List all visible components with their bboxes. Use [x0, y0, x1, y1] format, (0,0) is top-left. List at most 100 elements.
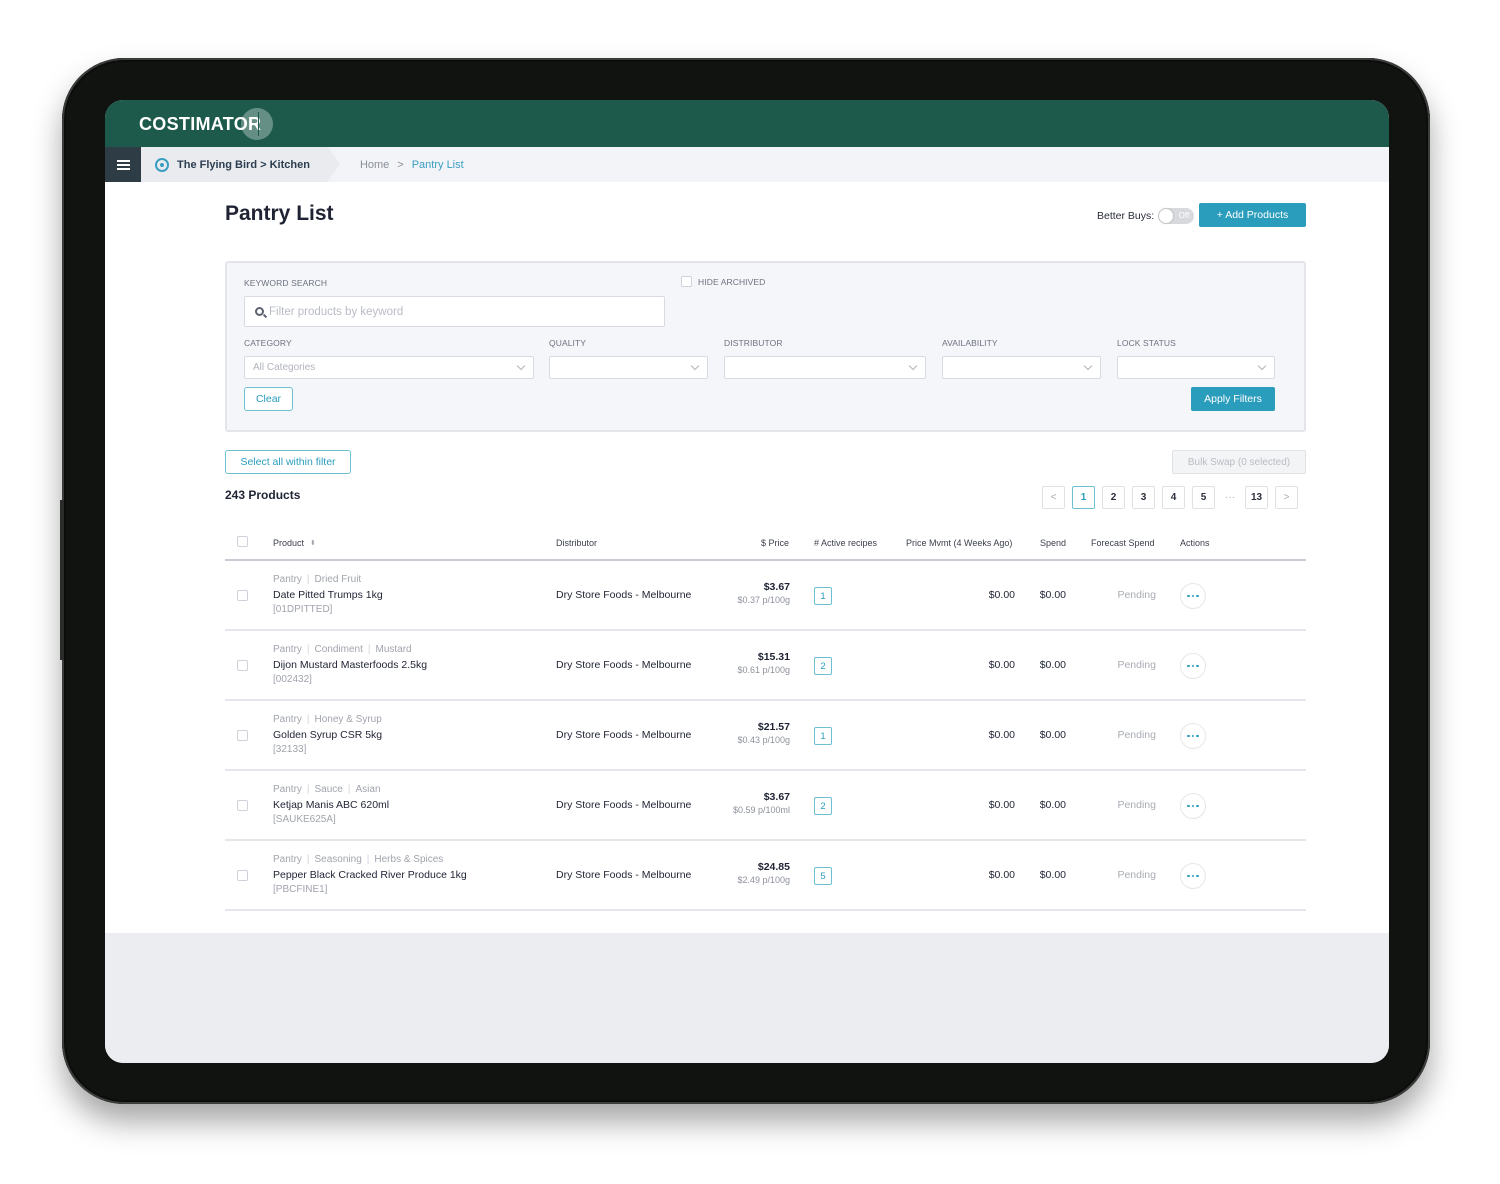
lock-status-select[interactable]	[1117, 356, 1275, 379]
product-name[interactable]: Date Pitted Trumps 1kg	[273, 589, 383, 601]
row-actions-button[interactable]	[1180, 723, 1206, 749]
prev-page-button[interactable]: <	[1042, 486, 1065, 509]
distributor-label: Distributor	[724, 338, 783, 348]
active-recipes-badge[interactable]: 2	[814, 797, 832, 815]
category-tag: Sauce	[314, 784, 343, 795]
category-tag: Dried Fruit	[314, 574, 362, 585]
toggle-state: Off	[1178, 211, 1190, 220]
product-categories: Pantry | Honey & Syrup	[273, 714, 382, 725]
price-cell: $3.67 $0.37 p/100g	[737, 581, 790, 605]
breadcrumb-home[interactable]: Home	[360, 159, 389, 171]
more-horizontal-icon	[1187, 734, 1199, 738]
header-product[interactable]: Product ⬍	[273, 538, 316, 548]
row-actions-button[interactable]	[1180, 863, 1206, 889]
row-checkbox[interactable]	[237, 660, 248, 671]
header-forecast-spend: Forecast Spend	[1091, 538, 1155, 548]
hide-archived-checkbox[interactable]: Hide Archived	[681, 276, 765, 287]
page-title: Pantry List	[225, 202, 334, 225]
category-select[interactable]: All Categories	[244, 356, 534, 379]
category-tag: Asian	[355, 784, 381, 795]
active-recipes-badge[interactable]: 5	[814, 867, 832, 885]
venue-selector[interactable]: The Flying Bird > Kitchen	[141, 147, 340, 182]
category-tag: Seasoning	[314, 854, 362, 865]
page-button[interactable]: 4	[1162, 486, 1185, 509]
product-name[interactable]: Golden Syrup CSR 5kg	[273, 729, 382, 741]
better-buys-toggle[interactable]: Off	[1158, 208, 1195, 224]
active-recipes-badge[interactable]: 2	[814, 657, 832, 675]
unit-price: $0.61 p/100g	[737, 665, 790, 675]
category-separator: |	[306, 644, 310, 655]
product-name[interactable]: Dijon Mustard Masterfoods 2.5kg	[273, 659, 427, 671]
category-tag: Pantry	[273, 854, 302, 865]
row-checkbox[interactable]	[237, 870, 248, 881]
row-checkbox[interactable]	[237, 590, 248, 601]
category-tag: Condiment	[314, 644, 363, 655]
category-separator: |	[306, 714, 310, 725]
better-buys-label: Better Buys:	[1097, 210, 1155, 222]
location-target-icon	[155, 157, 169, 172]
select-all-within-filter-button[interactable]: Select all within filter	[225, 450, 351, 474]
table-row: Pantry | Seasoning | Herbs & Spices Pepper B…	[225, 841, 1306, 911]
page-button-last[interactable]: 13	[1245, 486, 1268, 509]
hamburger-menu-button[interactable]	[105, 147, 141, 182]
category-value: All Categories	[253, 362, 316, 373]
chevron-down-icon	[1257, 361, 1267, 371]
breadcrumb-current[interactable]: Pantry List	[412, 159, 464, 171]
category-tag: Pantry	[273, 574, 302, 585]
product-code: [002432]	[273, 674, 312, 685]
active-recipes-badge[interactable]: 1	[814, 587, 832, 605]
header-actions: Actions	[1180, 538, 1210, 548]
product-categories: Pantry | Condiment | Mustard	[273, 644, 412, 655]
page-button[interactable]: 5	[1192, 486, 1215, 509]
price-value: $21.57	[757, 721, 790, 733]
active-recipes-badge[interactable]: 1	[814, 727, 832, 745]
spend-value: $0.00	[1039, 869, 1066, 881]
category-tag: Mustard	[375, 644, 412, 655]
keyword-search-field[interactable]	[244, 296, 665, 327]
quality-label: Quality	[549, 338, 587, 348]
more-horizontal-icon	[1187, 874, 1199, 878]
product-name[interactable]: Ketjap Manis ABC 620ml	[273, 799, 389, 811]
forecast-spend: Pending	[1117, 659, 1156, 671]
screen-footer-area	[105, 933, 1389, 1063]
row-checkbox[interactable]	[237, 800, 248, 811]
spend-value: $0.00	[1039, 659, 1066, 671]
category-separator: |	[367, 644, 371, 655]
page-button[interactable]: 2	[1102, 486, 1125, 509]
more-horizontal-icon	[1187, 594, 1199, 598]
row-actions-button[interactable]	[1180, 653, 1206, 679]
header-product-label: Product	[273, 538, 305, 548]
price-cell: $24.85 $2.49 p/100g	[737, 861, 790, 885]
quality-select[interactable]	[549, 356, 708, 379]
checkbox[interactable]	[681, 276, 692, 287]
breadcrumb-separator-icon: >	[397, 158, 404, 171]
filter-panel: Keyword Search Hide Archived Category Al…	[225, 261, 1306, 432]
next-page-button[interactable]: >	[1275, 486, 1298, 509]
header-spend: Spend	[1040, 538, 1067, 548]
page-button[interactable]: 3	[1132, 486, 1155, 509]
clear-filters-button[interactable]: Clear	[244, 387, 293, 411]
spend-value: $0.00	[1039, 729, 1066, 741]
price-value: $24.85	[757, 861, 790, 873]
bulk-swap-button[interactable]: Bulk Swap (0 selected)	[1172, 450, 1306, 474]
select-all-checkbox[interactable]	[237, 536, 248, 547]
page-button[interactable]: 1	[1072, 486, 1095, 509]
product-code: [PBCFINE1]	[273, 884, 328, 895]
row-checkbox[interactable]	[237, 730, 248, 741]
price-movement: $0.00	[988, 589, 1015, 601]
distributor-select[interactable]	[724, 356, 926, 379]
product-name[interactable]: Pepper Black Cracked River Produce 1kg	[273, 869, 467, 881]
unit-price: $0.59 p/100ml	[732, 805, 790, 815]
more-horizontal-icon	[1187, 664, 1199, 668]
row-actions-button[interactable]	[1180, 583, 1206, 609]
keyword-search-input[interactable]	[269, 305, 649, 318]
category-tag: Pantry	[273, 714, 302, 725]
apply-filters-button[interactable]: Apply Filters	[1191, 387, 1275, 411]
add-products-button[interactable]: + Add Products	[1199, 203, 1306, 227]
chevron-down-icon	[908, 361, 918, 371]
row-actions-button[interactable]	[1180, 793, 1206, 819]
tablet-side-edge	[60, 500, 64, 660]
availability-select[interactable]	[942, 356, 1101, 379]
sort-icon[interactable]: ⬍	[310, 540, 316, 547]
price-value: $15.31	[757, 651, 790, 663]
